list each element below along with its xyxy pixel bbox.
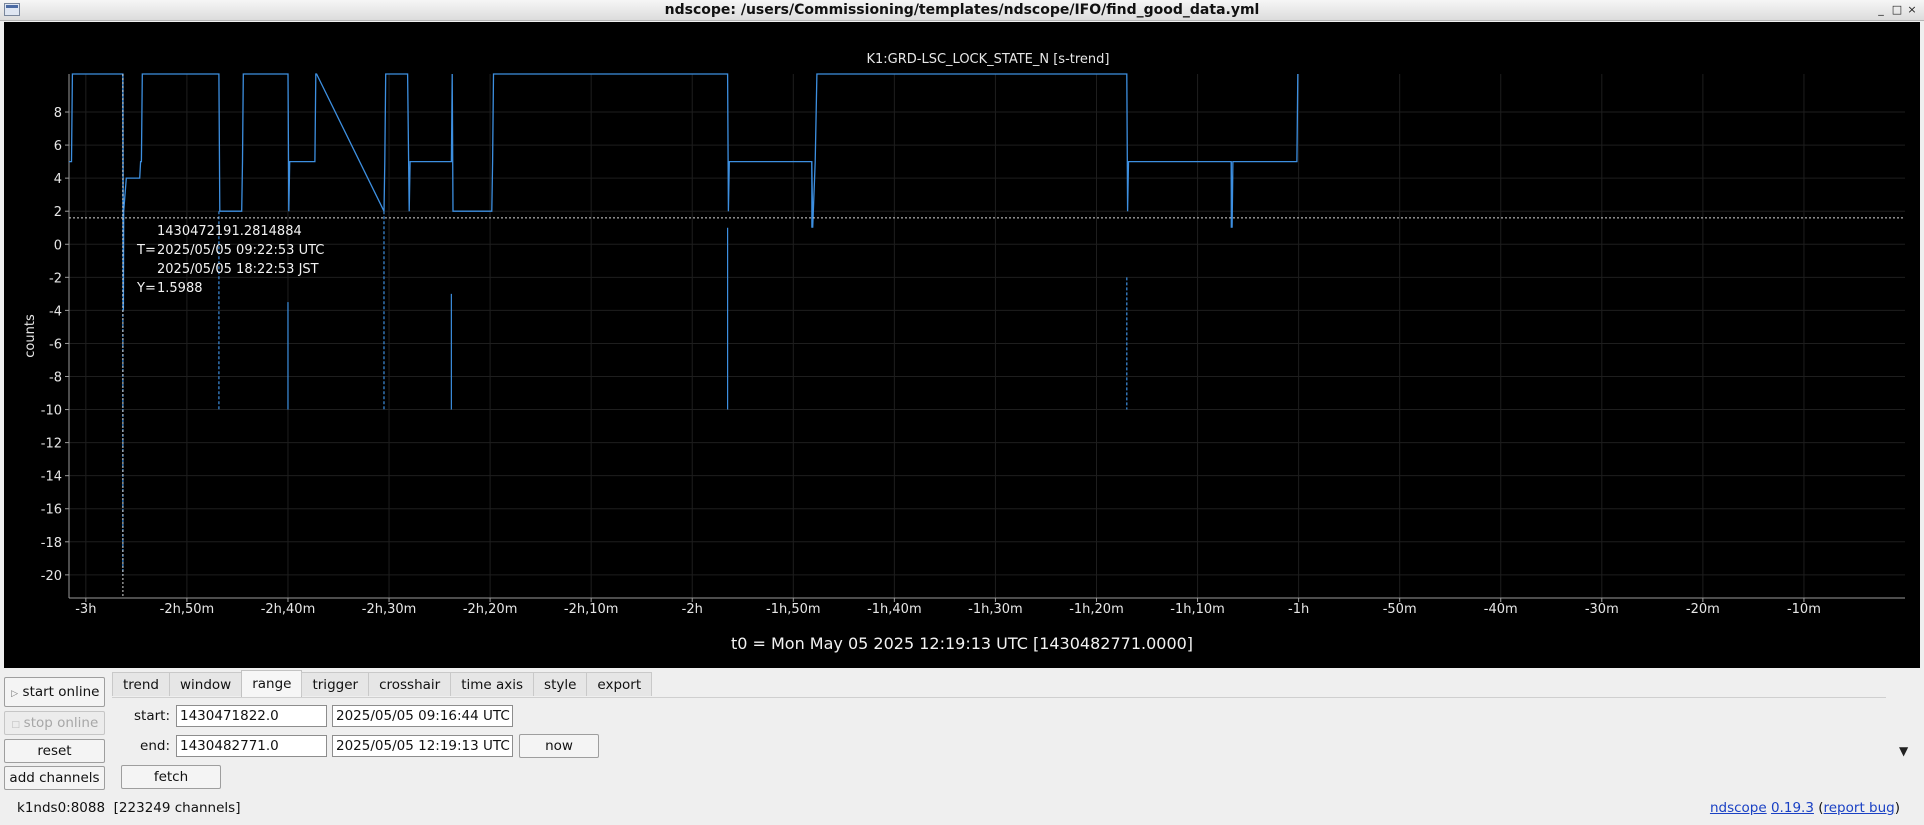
x-tick-label: -10m <box>1787 602 1821 617</box>
x-tick-label: -1h,20m <box>1069 602 1124 617</box>
fetch-button[interactable]: fetch <box>121 765 221 789</box>
start-online-label: start online <box>22 684 100 700</box>
reset-button[interactable]: reset <box>4 739 105 763</box>
maximize-icon[interactable]: □ <box>1891 3 1903 16</box>
y-tick-label: -6 <box>49 337 62 352</box>
trend-plot[interactable]: 8 6 4 2 0 -2 -4 -6 -8 -10 -12 -14 -16 -18 -20 -3h -2h,5… <box>4 22 1920 668</box>
x-tick-label: -3h <box>75 602 96 617</box>
close-paren: ) <box>1894 800 1900 816</box>
y-tick-label: -10 <box>41 404 62 419</box>
version-info: ndscope 0.19.3 (report bug) <box>1710 800 1900 816</box>
crosshair-jst: 2025/05/05 18:22:53 JST <box>157 262 319 277</box>
status-bar: k1nds0:8088 [223249 channels] <box>17 800 240 816</box>
y-tick-label: 2 <box>54 205 62 220</box>
tab-style[interactable]: style <box>533 672 588 696</box>
tab-time-axis[interactable]: time axis <box>450 672 535 696</box>
crosshair-utc: 2025/05/05 09:22:53 UTC <box>157 243 324 258</box>
add-channels-button[interactable]: add channels <box>4 766 105 790</box>
ndscope-link[interactable]: ndscope <box>1710 800 1767 816</box>
crosshair-y-value: 1.5988 <box>157 281 203 296</box>
end-utc-field[interactable]: 2025/05/05 12:19:13 UTC <box>332 735 513 757</box>
y-tick-label: 4 <box>54 172 62 187</box>
close-icon[interactable]: × <box>1906 3 1918 16</box>
tab-crosshair[interactable]: crosshair <box>368 672 452 696</box>
tab-window[interactable]: window <box>168 672 243 696</box>
x-tick-label: -1h,30m <box>968 602 1023 617</box>
version-link[interactable]: 0.19.3 <box>1771 800 1814 816</box>
x-tick-label: -2h,50m <box>160 602 215 617</box>
start-label: start: <box>134 708 170 724</box>
tab-trend[interactable]: trend <box>112 672 170 696</box>
x-tick-label: -50m <box>1383 602 1417 617</box>
plot-background <box>4 22 1920 668</box>
x-tick-label: -2h,30m <box>362 602 417 617</box>
channel-count: [223249 channels] <box>113 800 241 816</box>
x-tick-label: -40m <box>1484 602 1518 617</box>
start-utc-field[interactable]: 2025/05/05 09:16:44 UTC <box>332 705 513 727</box>
x-tick-label: -1h,40m <box>867 602 922 617</box>
y-tick-label: -20 <box>41 569 62 584</box>
window-title-bar: ndscope: /users/Commissioning/templates/… <box>0 0 1924 21</box>
panel-collapse-icon[interactable]: ▼ <box>1899 744 1908 758</box>
now-button[interactable]: now <box>519 734 599 758</box>
start-gps-field[interactable]: 1430471822.0 <box>176 705 327 727</box>
plot-area[interactable]: 8 6 4 2 0 -2 -4 -6 -8 -10 -12 -14 -16 -18 -20 -3h -2h,5… <box>4 22 1920 668</box>
y-tick-label: -8 <box>49 370 62 385</box>
minimize-icon[interactable]: _ <box>1875 3 1887 16</box>
nds-server: k1nds0:8088 <box>17 800 106 816</box>
start-online-button[interactable]: ▷ start online <box>4 677 105 707</box>
window-title: ndscope: /users/Commissioning/templates/… <box>664 2 1260 18</box>
x-tick-label: -2h,20m <box>463 602 518 617</box>
x-tick-label: -2h,10m <box>564 602 619 617</box>
y-tick-label: -2 <box>49 271 62 286</box>
y-tick-label: -4 <box>49 304 62 319</box>
tab-bar: trend window range trigger crosshair tim… <box>112 670 653 698</box>
crosshair-y-prefix: Y= <box>136 281 156 296</box>
tab-range[interactable]: range <box>241 670 303 697</box>
plot-title: K1:GRD-LSC_LOCK_STATE_N [s-trend] <box>866 52 1109 67</box>
y-tick-label: 8 <box>54 106 62 121</box>
tab-divider <box>112 697 1886 698</box>
t0-label: t0 = Mon May 05 2025 12:19:13 UTC [14304… <box>731 634 1193 653</box>
end-label: end: <box>140 738 170 754</box>
y-tick-label: -16 <box>41 503 62 518</box>
y-axis-label: counts <box>23 314 38 358</box>
x-tick-label: -2h <box>682 602 703 617</box>
crosshair-gps: 1430472191.2814884 <box>157 224 302 239</box>
y-tick-label: -18 <box>41 536 62 551</box>
x-tick-label: -1h,10m <box>1170 602 1225 617</box>
y-tick-label: -14 <box>41 470 62 485</box>
stop-online-button[interactable]: □ stop online <box>4 711 105 735</box>
x-tick-label: -2h,40m <box>261 602 316 617</box>
y-tick-label: -12 <box>41 437 62 452</box>
x-tick-label: -30m <box>1585 602 1619 617</box>
x-tick-label: -1h,50m <box>766 602 821 617</box>
report-bug-link[interactable]: report bug <box>1824 800 1895 816</box>
y-tick-label: 0 <box>54 238 62 253</box>
tab-trigger[interactable]: trigger <box>301 672 370 696</box>
stop-icon: □ <box>11 720 20 730</box>
play-icon: ▷ <box>11 689 18 699</box>
y-tick-label: 6 <box>54 139 62 154</box>
x-tick-label: -20m <box>1686 602 1720 617</box>
end-gps-field[interactable]: 1430482771.0 <box>176 735 327 757</box>
crosshair-t-prefix: T= <box>136 243 156 258</box>
stop-online-label: stop online <box>23 715 99 731</box>
x-tick-label: -1h <box>1288 602 1309 617</box>
tab-export[interactable]: export <box>586 672 653 696</box>
